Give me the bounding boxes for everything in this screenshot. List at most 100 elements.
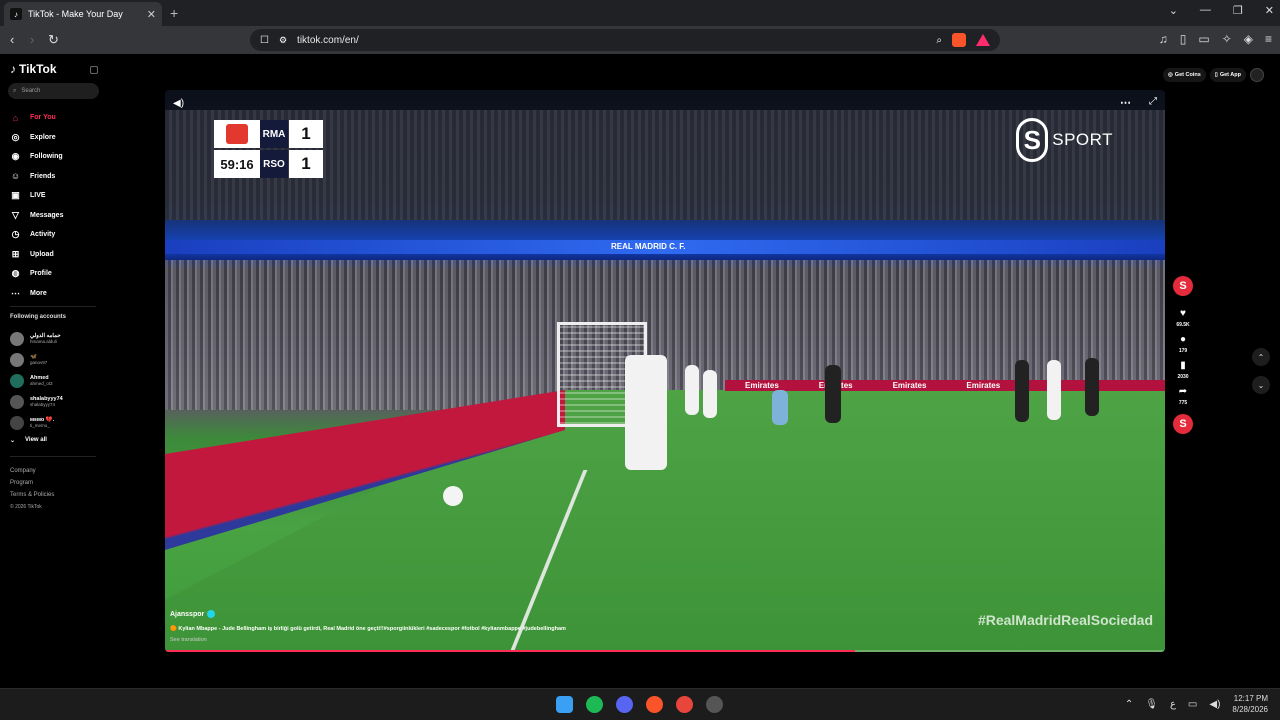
like-button[interactable]: ♥ 69.5K (1176, 308, 1189, 328)
chevron-down-icon: ⌄ (10, 438, 16, 444)
browser-tab-bar: ♪ TikTok - Make Your Day ✕ + ⌄ — ❐ ✕ (0, 0, 1280, 26)
see-translation-link[interactable]: See translation (170, 637, 207, 643)
divider (10, 306, 96, 307)
volume-tray-icon[interactable]: ◀) (1209, 699, 1220, 710)
tiktok-logo[interactable]: ♪ TikTok (10, 62, 57, 76)
windows-start-icon[interactable] (556, 696, 573, 713)
tray-overflow-icon[interactable]: ⌃ (1125, 699, 1133, 710)
creator-avatar[interactable]: S (1173, 276, 1193, 296)
url-text[interactable]: tiktok.com/en/ (297, 35, 926, 46)
previous-video-button[interactable]: ⌃ (1252, 348, 1270, 366)
share-button[interactable]: ➦ 775 (1179, 386, 1187, 406)
sidebar-item-label: More (30, 289, 47, 297)
bookmark-icon: ▮ (1180, 360, 1186, 371)
close-window-button[interactable]: ✕ (1265, 4, 1274, 17)
network-icon[interactable]: ▭ (1188, 699, 1197, 710)
tab-close-icon[interactable]: ✕ (147, 8, 156, 21)
following-account[interactable]: 🦋 ganov97 (10, 349, 63, 370)
menu-icon[interactable]: ≡ (1265, 32, 1272, 46)
clock-date: 8/28/2026 (1232, 705, 1268, 714)
steam-icon[interactable] (706, 696, 723, 713)
get-coins-button[interactable]: ◎ Get Coins (1162, 68, 1206, 82)
tab-list-icon[interactable]: ⌄ (1169, 4, 1178, 17)
forward-button[interactable]: › (30, 32, 34, 47)
language-icon[interactable]: ع (1170, 699, 1176, 710)
reload-button[interactable]: ↻ (48, 32, 59, 48)
profile-icon: ◍ (11, 268, 20, 279)
following-account[interactable]: shalabyyy74 shalabyyy74 (10, 391, 63, 412)
following-account[interactable]: حمامه الدولي hmama.alduli (10, 328, 63, 349)
footer-link-terms[interactable]: Terms & Policies (10, 489, 54, 501)
logo-text: TikTok (19, 62, 57, 76)
get-app-button[interactable]: ▯ Get App (1209, 68, 1246, 82)
goalkeeper-figure (772, 390, 788, 425)
site-info-icon[interactable]: ⚙ (279, 35, 287, 46)
sidebar-item-activity[interactable]: ◷ Activity (10, 225, 63, 245)
heart-icon: ♥ (1180, 308, 1186, 319)
video-player[interactable]: REAL MADRID C. F. Emirates Emirates Emir… (165, 90, 1165, 652)
sidebar-item-live[interactable]: ▣ LIVE (10, 186, 63, 206)
player-figure (685, 365, 699, 415)
sidebar-item-friends[interactable]: ☺ Friends (10, 167, 63, 187)
following-account[interactable]: Ahmed ahmed_ot3 (10, 370, 63, 391)
media-icon[interactable]: ♫ (1159, 32, 1168, 46)
avatar (10, 331, 24, 346)
fullscreen-icon[interactable]: ⤢ (1149, 96, 1157, 107)
footer-link-company[interactable]: Company (10, 465, 54, 477)
video-progress-bar[interactable] (165, 650, 1165, 652)
chrome-icon[interactable] (676, 696, 693, 713)
following-accounts-list: حمامه الدولي hmama.alduli 🦋 ganov97 Ahmed a… (10, 328, 63, 433)
account-handle: ganov97 (30, 360, 48, 365)
minimize-button[interactable]: — (1200, 4, 1211, 17)
sidebar-item-label: Friends (30, 172, 56, 180)
more-options-icon[interactable]: ⋯ (1120, 96, 1131, 109)
search-input[interactable]: ⌕ Search (8, 83, 99, 99)
maximize-button[interactable]: ❐ (1233, 4, 1243, 17)
s-sport-logo: S SPORT (1016, 118, 1113, 162)
chevron-down-icon: ⌄ (1257, 380, 1265, 390)
comment-button[interactable]: ● 179 (1179, 334, 1187, 354)
following-account[interactable]: ᴍᴇᴍᴏ 💔. ti_memo_ (10, 412, 63, 433)
address-toolbar: ‹ › ↻ ☐ ⚙ tiktok.com/en/ ⌕ ♫ ▯ ▭ ✧ ◈ ≡ (0, 26, 1280, 54)
next-video-button[interactable]: ⌄ (1252, 376, 1270, 394)
sidebar-item-messages[interactable]: ▽ Messages (10, 206, 63, 226)
football-ball (443, 486, 463, 506)
sidebar-item-profile[interactable]: ◍ Profile (10, 264, 63, 284)
brave-icon[interactable] (646, 696, 663, 713)
music-disc-icon[interactable]: S (1173, 414, 1193, 434)
system-clock[interactable]: 12:17 PM 8/28/2026 (1232, 693, 1268, 715)
account-handle: shalabyyy74 (30, 402, 56, 407)
brave-shields-icon[interactable] (952, 33, 966, 47)
back-button[interactable]: ‹ (10, 32, 14, 47)
scoreboard: 59:16 RMA RSO 1 1 (214, 120, 324, 178)
sidebar-item-following[interactable]: ◉ Following (10, 147, 63, 167)
volume-icon[interactable]: ◀) (173, 98, 184, 109)
ai-icon[interactable]: ✧ (1222, 32, 1232, 46)
discord-icon[interactable] (616, 696, 633, 713)
vpn-icon[interactable]: ◈ (1244, 32, 1253, 46)
sidebar-item-label: Activity (30, 231, 56, 239)
home-team: RMA (260, 120, 288, 148)
microphone-icon[interactable]: 🎙︎ (1145, 699, 1158, 710)
zoom-search-icon[interactable]: ⌕ (936, 35, 942, 46)
sidebar-toggle-icon[interactable]: ▯ (1180, 32, 1187, 46)
profile-avatar[interactable] (1250, 68, 1264, 82)
sidebar-item-for-you[interactable]: ⌂ For You (10, 108, 63, 128)
brave-rewards-icon[interactable] (976, 34, 990, 46)
browser-tab[interactable]: ♪ TikTok - Make Your Day ✕ (4, 2, 162, 26)
spotify-icon[interactable] (586, 696, 603, 713)
sidebar-item-upload[interactable]: ⊞ Upload (10, 245, 63, 265)
video-author[interactable]: Ajansspor (170, 610, 216, 618)
new-tab-button[interactable]: + (170, 5, 178, 21)
omnibox[interactable]: ☐ ⚙ tiktok.com/en/ ⌕ (250, 29, 1000, 51)
tab-title: TikTok - Make Your Day (28, 9, 123, 19)
save-button[interactable]: ▮ 2030 (1177, 360, 1188, 380)
footer-link-program[interactable]: Program (10, 477, 54, 489)
sidebar-item-more[interactable]: ⋯ More (10, 284, 63, 304)
collapse-sidebar-icon[interactable] (90, 66, 98, 74)
view-all-button[interactable]: ⌄ View all (10, 437, 47, 444)
wallet-icon[interactable]: ▭ (1198, 32, 1209, 46)
bookmark-icon[interactable]: ☐ (260, 35, 269, 46)
stadium-band-text: REAL MADRID C. F. (611, 242, 686, 251)
sidebar-item-explore[interactable]: ◎ Explore (10, 128, 63, 148)
